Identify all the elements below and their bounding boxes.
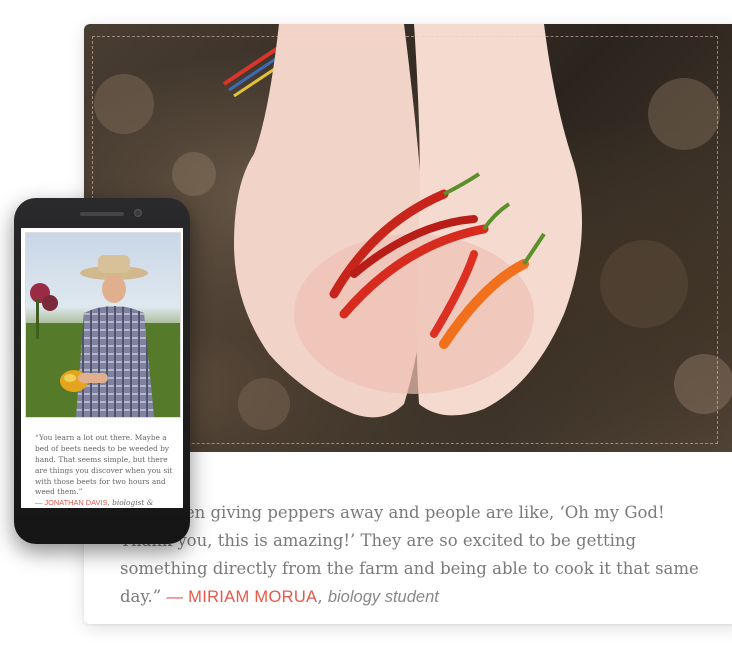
farmer-photo [25, 232, 181, 418]
testimonial-quote: “I’ve been giving peppers away and peopl… [120, 499, 700, 611]
phone-camera-icon [134, 209, 142, 217]
mobile-quote-text: “You learn a lot out there. Maybe a bed … [35, 433, 173, 497]
mobile-quote-role: biologist & [112, 498, 154, 508]
quote-author: — MIRIAM MORUA [166, 587, 318, 606]
phone-speaker [80, 212, 124, 216]
mobile-quote-author: — JONATHAN DAVIS [35, 498, 108, 508]
farmer-illustration [26, 255, 180, 417]
quote-separator: , [317, 586, 328, 606]
mobile-device-mockup: “You learn a lot out there. Maybe a bed … [14, 198, 190, 544]
mobile-testimonial-quote: “You learn a lot out there. Maybe a bed … [35, 433, 175, 508]
mobile-screen: “You learn a lot out there. Maybe a bed … [21, 228, 183, 508]
quote-role: biology student [327, 587, 439, 606]
